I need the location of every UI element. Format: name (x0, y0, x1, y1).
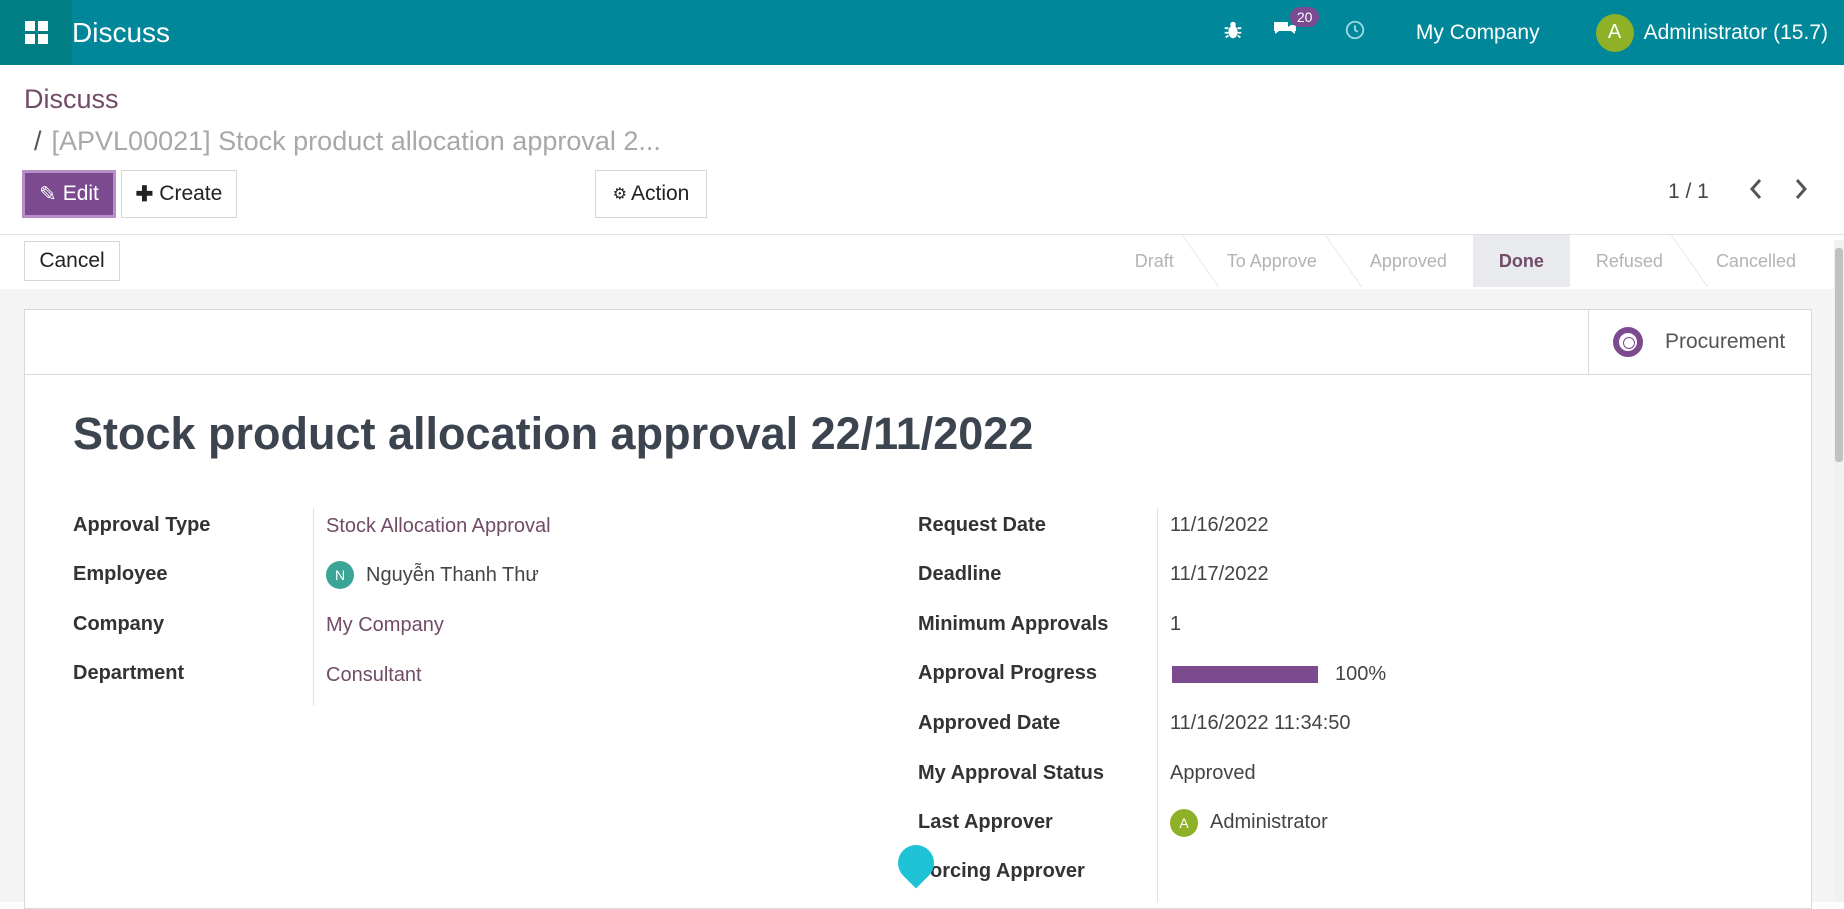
create-button[interactable]: ✚ Create (121, 170, 237, 218)
scrollbar-thumb[interactable] (1835, 248, 1843, 462)
plus-icon: ✚ (135, 182, 154, 206)
chat-icon[interactable]: 20 (1272, 6, 1320, 47)
smart-button-box: Procurement (24, 309, 1812, 375)
breadcrumb-current: [APVL00021] Stock product allocation app… (51, 126, 661, 156)
request-date-value: 11/16/2022 (1170, 514, 1269, 536)
create-label: Create (159, 182, 223, 205)
field-label-request-date: Request Date (918, 514, 1046, 536)
company-switcher[interactable]: My Company (1416, 21, 1540, 45)
field-label-approval-type: Approval Type (73, 514, 211, 536)
field-label-minimum-approvals: Minimum Approvals (918, 613, 1109, 635)
edit-button[interactable]: ✎ Edit (22, 170, 116, 218)
stage-to-approve[interactable]: To Approve (1201, 235, 1343, 287)
approval-progress-value: 100% (1335, 663, 1387, 685)
user-avatar[interactable]: A (1595, 13, 1634, 52)
procurement-smart-button[interactable]: Procurement (1588, 309, 1812, 374)
clock-icon[interactable] (1344, 19, 1366, 47)
field-label-forcing-approver: orcing Approver (930, 860, 1085, 882)
field-label-last-approver: Last Approver (918, 811, 1053, 833)
deadline-value: 11/17/2022 (1170, 563, 1269, 585)
field-label-approval-progress: Approval Progress (918, 662, 1097, 684)
last-approver-avatar: A (1170, 809, 1198, 837)
edit-label: Edit (62, 182, 99, 205)
field-label-deadline: Deadline (918, 563, 1002, 585)
record-title: Stock product allocation approval 22/11/… (73, 408, 1034, 459)
group-divider (313, 508, 314, 706)
apps-menu-button[interactable] (0, 0, 72, 65)
app-title[interactable]: Discuss (72, 17, 170, 49)
breadcrumb-parent-link[interactable]: Discuss (24, 84, 119, 115)
top-navbar: Discuss 20 My Company A Administrator (1… (0, 0, 1844, 65)
stage-done[interactable]: Done (1472, 235, 1570, 287)
gear-icon: ⚙ (612, 186, 627, 203)
breadcrumb: / [APVL00021] Stock product allocation ap… (34, 126, 661, 157)
stage-cancelled[interactable]: Cancelled (1690, 235, 1822, 287)
chevron-left-icon[interactable] (1748, 176, 1764, 209)
action-label: Action (630, 182, 690, 205)
last-approver-value[interactable]: Administrator (1210, 811, 1328, 834)
field-label-company: Company (73, 613, 165, 635)
field-label-employee: Employee (73, 563, 168, 585)
procurement-label: Procurement (1665, 329, 1786, 353)
chevron-right-icon[interactable] (1793, 176, 1809, 209)
pencil-icon: ✎ (39, 182, 57, 206)
life-ring-icon (1613, 326, 1643, 357)
stage-approved[interactable]: Approved (1344, 235, 1473, 287)
stage-draft[interactable]: Draft (1109, 235, 1200, 287)
company-link[interactable]: My Company (326, 614, 444, 637)
approval-progress-bar (1172, 666, 1318, 683)
employee-avatar: N (326, 561, 354, 589)
grid-icon (24, 21, 48, 44)
my-approval-status-value: Approved (1170, 762, 1256, 784)
action-button[interactable]: ⚙ Action (595, 170, 707, 218)
minimum-approvals-value: 1 (1170, 613, 1182, 635)
employee-value[interactable]: Nguyễn Thanh Thư (366, 564, 539, 587)
statusbar: Draft To Approve Approved Done Refused C… (1109, 235, 1822, 287)
message-count-badge: 20 (1289, 6, 1320, 27)
breadcrumb-separator: / (34, 126, 42, 156)
field-label-my-approval-status: My Approval Status (918, 762, 1104, 784)
department-link[interactable]: Consultant (326, 664, 422, 687)
bug-icon[interactable] (1222, 19, 1244, 47)
approval-type-link[interactable]: Stock Allocation Approval (326, 515, 551, 538)
group-divider (1157, 508, 1158, 902)
field-label-approved-date: Approved Date (918, 712, 1061, 734)
pager-value[interactable]: 1 / 1 (1668, 180, 1709, 204)
field-label-department: Department (73, 662, 185, 684)
navbar-right: 20 My Company A Administrator (15.7) (1222, 0, 1844, 65)
approved-date-value: 11/16/2022 11:34:50 (1170, 712, 1351, 734)
cancel-button[interactable]: Cancel (24, 241, 120, 281)
user-menu[interactable]: Administrator (15.7) (1644, 21, 1828, 45)
stage-refused[interactable]: Refused (1570, 235, 1689, 287)
